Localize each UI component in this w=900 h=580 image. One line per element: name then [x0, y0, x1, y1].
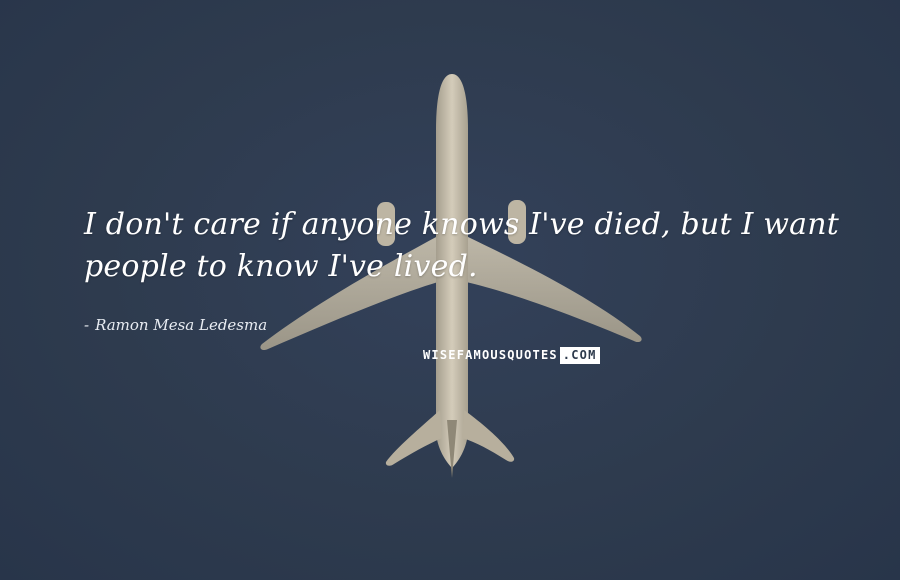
author-name: Ramon Mesa Ledesma: [95, 316, 268, 334]
watermark-main: WISEFAMOUSQUOTES: [423, 348, 558, 362]
watermark-tail: .COM: [559, 347, 600, 364]
left-tailplane: [385, 410, 442, 466]
quote-text: I don't care if anyone knows I've died, …: [84, 207, 839, 284]
site-watermark-logo: WISEFAMOUSQUOTES .COM: [421, 347, 600, 364]
airplane-image: [260, 74, 642, 478]
quote-card: I don't care if anyone knows I've died, …: [0, 0, 900, 580]
author-dash: -: [84, 316, 90, 334]
right-tailplane: [462, 410, 515, 462]
author-line: - Ramon Mesa Ledesma: [84, 316, 267, 334]
